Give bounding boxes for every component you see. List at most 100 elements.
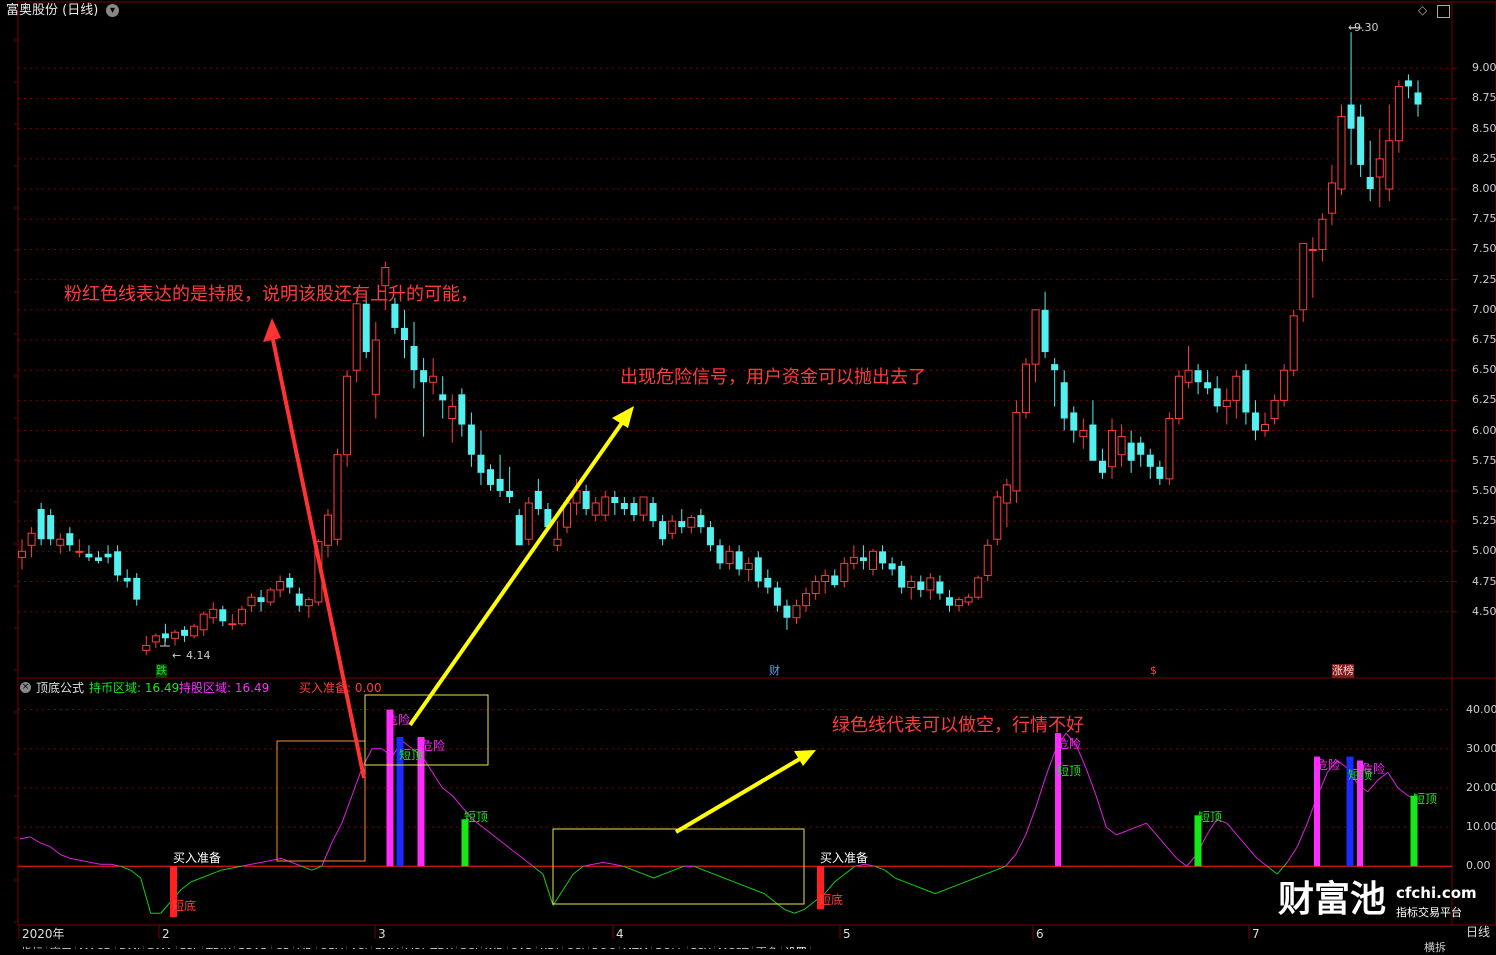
indicator-segment <box>653 873 664 879</box>
candle-body-down <box>1204 382 1212 389</box>
period-label[interactable]: 日线 <box>1466 925 1490 939</box>
indicator-segment <box>784 908 795 914</box>
candle-body-down <box>257 597 265 603</box>
candle-body-down <box>1414 92 1422 105</box>
layout-tab[interactable]: 横拆 <box>1424 941 1446 955</box>
close-icon[interactable]: × <box>20 682 31 693</box>
indicator-segment <box>754 889 765 895</box>
candle-body-down <box>94 557 102 561</box>
indicator-segment <box>1005 854 1017 867</box>
candle-body-up <box>993 496 1002 540</box>
candle-body-up <box>926 577 935 591</box>
candle-body-down <box>706 527 714 546</box>
candle-body-down <box>1098 460 1106 473</box>
candle-body-down <box>496 478 504 491</box>
indicator-segment <box>60 854 71 859</box>
indicator-segment <box>311 865 322 871</box>
indicator-segment <box>1156 834 1167 847</box>
indicator-segment <box>914 885 926 891</box>
candle-body-down <box>506 490 514 497</box>
indicator-segment <box>723 877 735 883</box>
candle-body-down <box>1242 370 1250 413</box>
candle-body-down <box>831 575 839 586</box>
candle-body-up <box>687 517 696 528</box>
indicator-segment <box>261 859 272 863</box>
watermark-tagline: 指标交易平台 <box>1396 906 1462 919</box>
marker-finance[interactable]: 财 <box>769 664 780 678</box>
indicator-segment <box>160 901 172 914</box>
signal-danger-1: 危险 <box>386 713 411 727</box>
candle-body-up <box>1308 248 1317 251</box>
candle-body-up <box>75 550 84 553</box>
marker-fall[interactable]: 跌 <box>156 664 167 678</box>
diamond-icon[interactable]: ◇ <box>1418 3 1427 17</box>
indicator-segment <box>572 865 584 875</box>
candle-body-down <box>104 553 112 558</box>
chevron-down-icon[interactable]: ▾ <box>106 4 119 17</box>
candle-body-down <box>620 503 628 510</box>
candle-body-up <box>524 502 533 540</box>
candle-body-up <box>983 544 992 576</box>
indicator-segment <box>251 861 262 865</box>
candle-body-up <box>27 532 36 546</box>
candle-body-up <box>725 550 734 564</box>
candle-body-up <box>802 593 811 607</box>
candle-body-down <box>1251 412 1259 431</box>
candle-body-down <box>1404 80 1412 87</box>
indicator-tick-label: 30.00 <box>1466 741 1496 755</box>
indicator-segment <box>1035 776 1047 808</box>
candle-body-up <box>792 605 801 619</box>
candle-body-up <box>744 562 753 570</box>
candle-body-up <box>1222 399 1231 407</box>
indicator-segment <box>502 842 514 851</box>
indicator-segment <box>341 795 353 824</box>
candle-body-up <box>1289 315 1298 371</box>
candle-body-down <box>773 587 781 606</box>
window-toggle-icon[interactable] <box>1437 5 1450 18</box>
indicator-segment <box>884 869 896 879</box>
indicator-segment <box>703 869 715 875</box>
candle-body-up <box>639 496 648 516</box>
candle-body-up <box>18 550 26 558</box>
indicator-segment <box>763 893 775 902</box>
candle-body-up <box>821 574 830 583</box>
candlestick-series <box>18 32 1422 656</box>
candle-body-up <box>1165 417 1174 480</box>
indicator-segment <box>1166 846 1177 859</box>
signal-danger-3: 危险 <box>1057 737 1082 751</box>
annotation-danger: 出现危险信号，用户资金可以抛出去了 <box>620 367 926 388</box>
candle-body-up <box>56 538 65 546</box>
indicator-segment <box>1095 795 1107 828</box>
candle-body-up <box>1079 430 1088 438</box>
candle-body-down <box>1366 176 1374 190</box>
candle-body-down <box>649 503 657 522</box>
candle-body-down <box>439 394 447 401</box>
marker-dollar[interactable]: $ <box>1150 664 1157 678</box>
watermark-brand: 财富池 <box>1278 879 1387 920</box>
candle-body-down <box>477 454 485 473</box>
candle-body-down <box>716 545 724 564</box>
indicator-segment <box>321 842 333 867</box>
indicator-segment <box>844 865 856 875</box>
candle-body-up <box>190 625 199 637</box>
time-tick-label: 6 <box>1036 927 1044 941</box>
candle-body-up <box>868 550 877 570</box>
indicator-segment <box>693 865 705 871</box>
indicator-segment <box>39 842 51 848</box>
candle-body-down <box>286 577 294 588</box>
candle-body-up <box>964 596 973 603</box>
indicator-segment <box>210 869 222 875</box>
price-tick-label: 7.00 <box>1472 302 1496 316</box>
marker-top-list[interactable]: 涨榜 <box>1332 664 1354 678</box>
indicator-segment <box>431 771 443 789</box>
candle-body-down <box>936 581 944 594</box>
indicator-segment <box>29 836 41 844</box>
candle-body-down <box>410 346 418 371</box>
candle-body-up <box>811 581 820 595</box>
price-tick-label: 5.75 <box>1472 453 1496 467</box>
candle-body-down <box>754 557 762 582</box>
candle-body-down <box>458 394 466 425</box>
candle-body-up <box>1031 309 1040 365</box>
signal-top-1: 短顶 <box>399 748 424 762</box>
candle-body-up <box>1184 369 1193 383</box>
